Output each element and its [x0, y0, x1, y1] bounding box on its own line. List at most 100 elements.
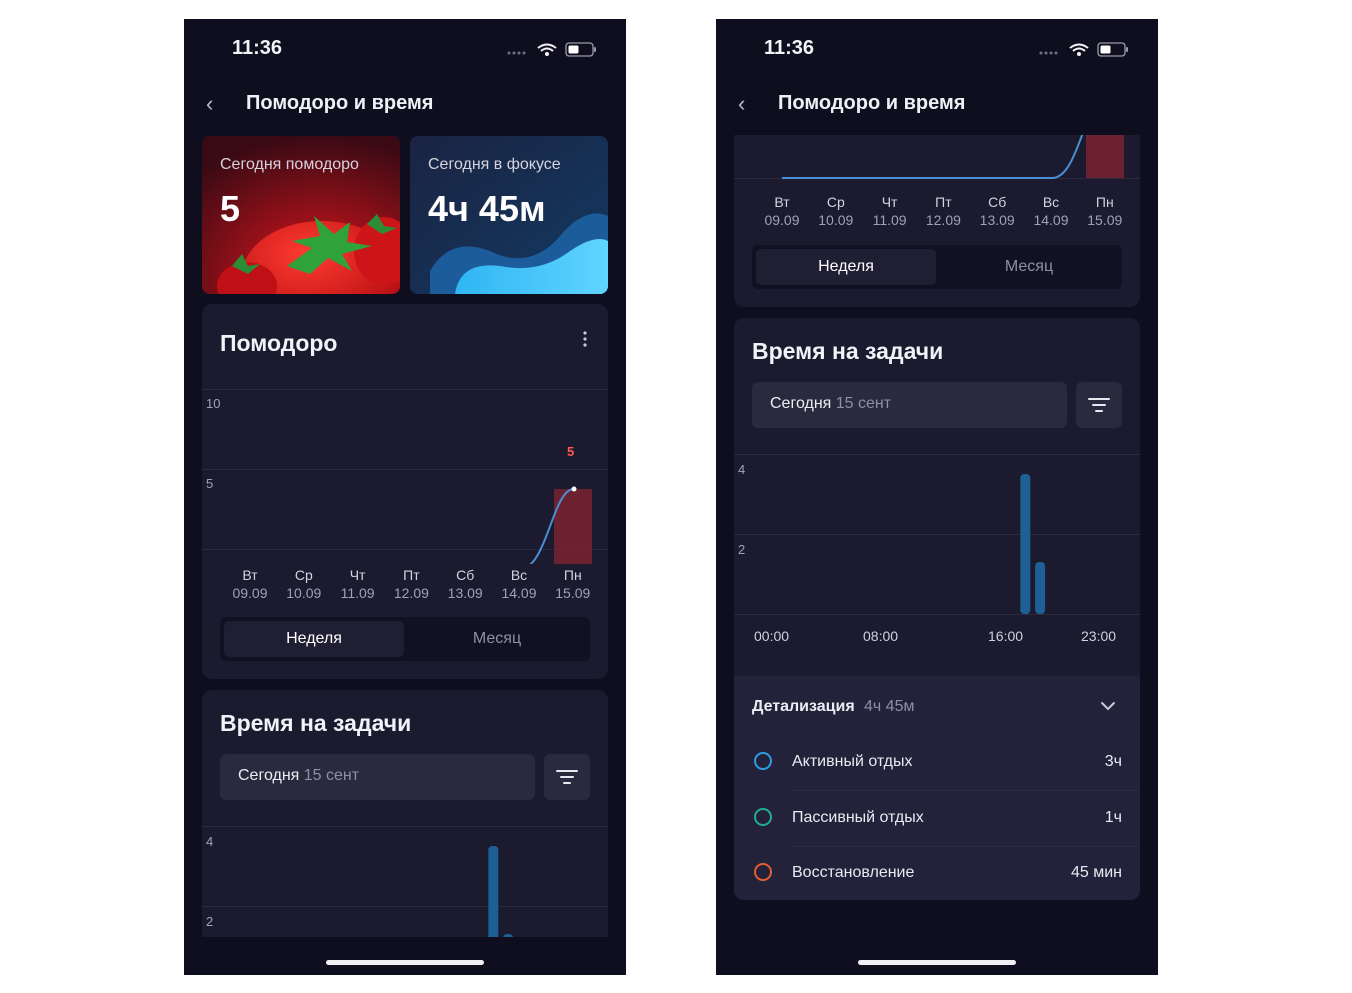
status-icons [507, 42, 596, 57]
highlight-bar [1086, 135, 1124, 178]
day-name: Вс [1042, 194, 1060, 210]
series-line [781, 135, 1084, 179]
day-date: 09.09 [764, 212, 800, 228]
nav-bar: ‹ Помодоро и время [184, 83, 626, 127]
today-pomodoro-value: 5 [220, 188, 241, 229]
page-title: Помодоро и время [778, 92, 966, 114]
hour-label: 00:00 [754, 628, 790, 644]
tab-month[interactable]: Месяц [940, 249, 1118, 285]
day-name: Вт [242, 567, 258, 583]
phone-screen-right: 11:36 ‹ Помодоро и время Вт 09.09 Ср 10.09 Ч… [716, 19, 1158, 975]
day-label: Вт 09.09 [225, 566, 275, 602]
day-name: Пн [1095, 194, 1114, 210]
detail-row[interactable]: Пассивный отдых 1ч [752, 792, 1140, 847]
day-label: Чт 11.09 [865, 193, 915, 229]
pomodoro-line-chart [781, 135, 1124, 179]
hour-label: 08:00 [863, 628, 899, 644]
tasks-time-card: Время на задачи Сегодня 15 сент 4 2 [202, 690, 608, 975]
status-icons [1039, 42, 1128, 57]
highlight-bar [554, 489, 592, 564]
period-segmented-control: Неделя Месяц [220, 617, 590, 661]
task-bar [1020, 474, 1031, 614]
wifi-icon [1069, 43, 1089, 52]
day-name: Сб [988, 194, 1007, 210]
today-focus-card[interactable]: Сегодня в фокусе 4ч 45м [410, 136, 608, 294]
day-date: 11.09 [872, 212, 907, 228]
tab-month[interactable]: Месяц [408, 621, 586, 657]
detail-name: Восстановление [792, 864, 915, 881]
day-name: Вт [774, 194, 790, 210]
back-chevron-icon[interactable]: ‹ [206, 91, 213, 117]
home-indicator [326, 960, 484, 965]
battery-icon [565, 42, 596, 57]
day-date: 15.09 [555, 585, 591, 601]
signal-icon [507, 51, 526, 55]
tasks-bar-chart [1020, 474, 1046, 614]
back-chevron-icon[interactable]: ‹ [738, 91, 745, 117]
day-label: Сб 13.09 [972, 193, 1022, 229]
day-label: Сб 13.09 [440, 566, 490, 602]
data-point [571, 486, 577, 492]
task-bar [1035, 562, 1046, 614]
day-date: 14.09 [501, 585, 537, 601]
details-header[interactable]: Детализация 4ч 45м [734, 676, 1140, 736]
day-date: 13.09 [979, 212, 1015, 228]
day-name: Чт [881, 194, 898, 210]
detail-name: Пассивный отдых [792, 808, 924, 826]
detail-time: 3ч [1104, 753, 1122, 770]
day-date: 10.09 [286, 585, 322, 601]
detail-time: 1ч [1104, 808, 1122, 826]
day-date: 12.09 [393, 585, 429, 601]
day-name: Чт [349, 567, 366, 583]
chevron-down-icon[interactable] [1100, 700, 1116, 712]
category-ring-icon [754, 863, 772, 881]
today-focus-label: Сегодня в фокусе [428, 156, 561, 173]
tab-week[interactable]: Неделя [756, 249, 936, 285]
day-name: Ср [826, 194, 845, 210]
day-name: Пт [403, 567, 420, 583]
day-name: Ср [294, 567, 313, 583]
category-ring-icon [754, 807, 772, 826]
status-bar: 11:36 [184, 19, 626, 79]
series-line [529, 488, 575, 564]
day-label: Вс 14.09 [1026, 193, 1076, 229]
phone-screen-left: 11:36 ‹ Помодоро и время Сегодня помодор… [184, 19, 626, 975]
nav-bar: ‹ Помодоро и время [716, 83, 1158, 127]
day-label: Пт 12.09 [386, 566, 436, 602]
category-ring-icon [754, 752, 772, 770]
detail-row[interactable]: Активный отдых 3ч [752, 736, 1140, 791]
home-indicator [858, 960, 1016, 965]
highlight-value-label: 5 [567, 444, 575, 459]
day-date: 11.09 [340, 585, 375, 601]
signal-icon [1039, 51, 1058, 55]
hour-label: 16:00 [988, 628, 1024, 644]
page-title: Помодоро и время [246, 92, 434, 114]
day-name: Вс [510, 567, 528, 583]
day-label: Пн 15.09 [1080, 193, 1130, 229]
bottom-safe-area [184, 937, 626, 975]
day-date: 13.09 [447, 585, 483, 601]
tasks-bar-chart [488, 846, 514, 975]
day-date: 15.09 [1087, 212, 1123, 228]
detail-time: 45 мин [1070, 864, 1122, 881]
day-date: 12.09 [925, 212, 961, 228]
pomodoro-line-chart [529, 486, 592, 564]
pomodoro-card: Помодоро 10 5 5 Вт 09.09 Ср 10.09 Чт 11.09 Пт 1… [202, 304, 608, 679]
day-date: 09.09 [232, 585, 268, 601]
today-pomodoro-label: Сегодня помодоро [220, 156, 359, 173]
tab-week[interactable]: Неделя [224, 621, 404, 657]
hour-label: 23:00 [1081, 628, 1117, 644]
status-bar: 11:36 [716, 19, 1158, 79]
wifi-icon [537, 43, 557, 52]
day-label: Вс 14.09 [494, 566, 544, 602]
day-label: Пт 12.09 [918, 193, 968, 229]
day-label: Ср 10.09 [279, 566, 329, 602]
period-segmented-control: Неделя Месяц [752, 245, 1122, 289]
detail-row[interactable]: Восстановление 45 мин [752, 847, 1122, 900]
day-label: Чт 11.09 [333, 566, 383, 602]
today-pomodoro-card[interactable]: Сегодня помодоро 5 [202, 136, 400, 294]
day-name: Сб [456, 567, 475, 583]
today-focus-value: 4ч 45м [428, 188, 546, 229]
detail-name: Активный отдых [792, 753, 913, 770]
details-total: 4ч 45м [864, 698, 915, 715]
